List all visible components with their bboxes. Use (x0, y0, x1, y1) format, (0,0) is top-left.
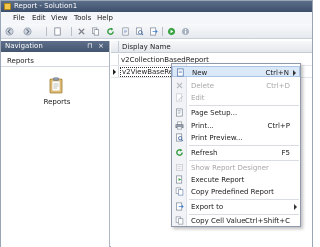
print-icon (175, 121, 184, 130)
menu-item-new[interactable]: New Ctrl+N (172, 66, 300, 77)
menu-item-delete[interactable]: Delete Ctrl+D (172, 80, 300, 91)
page-setup-icon (175, 108, 184, 117)
application-window: Report - Solution1 File Edit View Tools … (0, 0, 313, 247)
submenu-arrow-icon (294, 204, 297, 210)
edit-icon (175, 93, 184, 102)
new-icon[interactable] (53, 27, 62, 36)
navigation-title: Navigation (5, 42, 43, 50)
menu-item-copy-cell-value[interactable]: Copy Cell Value Ctrl+Shift+C (172, 215, 300, 226)
designer-icon (175, 163, 184, 172)
menu-separator (189, 160, 299, 161)
row-indicator (111, 54, 119, 65)
navigation-header: Navigation ⊓ × (1, 41, 109, 52)
navigation-group-reports[interactable]: Reports (1, 54, 109, 67)
back-icon[interactable] (5, 27, 14, 36)
menu-item-execute-report[interactable]: Execute Report (172, 174, 300, 185)
print-preview-icon (175, 133, 184, 142)
delete-icon (175, 81, 184, 90)
search-icon[interactable] (135, 27, 144, 36)
current-row-arrow-icon (113, 69, 116, 75)
run-icon[interactable] (167, 27, 176, 36)
execute-icon (175, 175, 184, 184)
menu-item-print[interactable]: Print... Ctrl+P (172, 120, 300, 131)
refresh-icon[interactable] (106, 27, 115, 36)
toolbar-separator (71, 27, 72, 36)
copy-icon[interactable] (91, 27, 100, 36)
new-report-icon (176, 68, 185, 77)
menu-edit[interactable]: Edit (32, 14, 46, 22)
menu-file[interactable]: File (13, 14, 25, 22)
nav-item-reports[interactable]: Reports (39, 77, 75, 111)
menu-item-show-report-designer[interactable]: Show Report Designer (172, 162, 300, 173)
submenu-arrow-icon (293, 70, 296, 76)
report-icon[interactable] (121, 27, 130, 36)
app-icon (4, 3, 11, 10)
menu-item-copy-predefined-report[interactable]: Copy Predefined Report (172, 186, 300, 197)
reports-icon (49, 77, 63, 94)
context-menu: New Ctrl+N Delete Ctrl+D Edit Page Setup… (171, 63, 301, 227)
column-header-display-name[interactable]: Display Name (122, 43, 171, 51)
menu-view[interactable]: View (51, 14, 68, 22)
title-bar[interactable]: Report - Solution1 (1, 1, 312, 12)
toolbar-separator (162, 27, 163, 36)
menu-help[interactable]: Help (97, 14, 113, 22)
menu-separator (189, 145, 299, 146)
menu-separator (189, 199, 299, 200)
menu-item-edit[interactable]: Edit (172, 92, 300, 103)
nav-item-label: Reports (43, 98, 71, 106)
menu-bar: File Edit View Tools Help (1, 12, 312, 24)
export-icon (175, 202, 184, 211)
row-indicator-header (111, 41, 119, 53)
navigation-group-label: Reports (7, 57, 34, 65)
pin-icon[interactable]: ⊓ (87, 42, 92, 51)
close-icon[interactable]: × (98, 42, 104, 51)
delete-icon[interactable] (77, 27, 86, 36)
grid-header: Display Name (111, 41, 312, 53)
copy-report-icon (175, 187, 184, 196)
toolbar (1, 24, 312, 39)
refresh-icon (175, 148, 184, 157)
menu-item-page-setup[interactable]: Page Setup... (172, 107, 300, 118)
menu-tools[interactable]: Tools (74, 14, 91, 22)
menu-item-print-preview[interactable]: Print Preview... (172, 132, 300, 143)
menu-separator (189, 105, 299, 106)
navigation-pane: Navigation ⊓ × Reports Reports (1, 41, 110, 247)
menu-item-refresh[interactable]: Refresh F5 (172, 147, 300, 158)
forward-icon[interactable] (23, 27, 32, 36)
menu-item-export-to[interactable]: Export to (172, 201, 300, 212)
row-indicator (111, 66, 119, 77)
toolbar-separator (46, 27, 47, 36)
copy-cell-icon (175, 216, 184, 225)
info-icon[interactable] (181, 27, 190, 36)
window-title: Report - Solution1 (14, 2, 78, 10)
export-icon[interactable] (149, 27, 158, 36)
